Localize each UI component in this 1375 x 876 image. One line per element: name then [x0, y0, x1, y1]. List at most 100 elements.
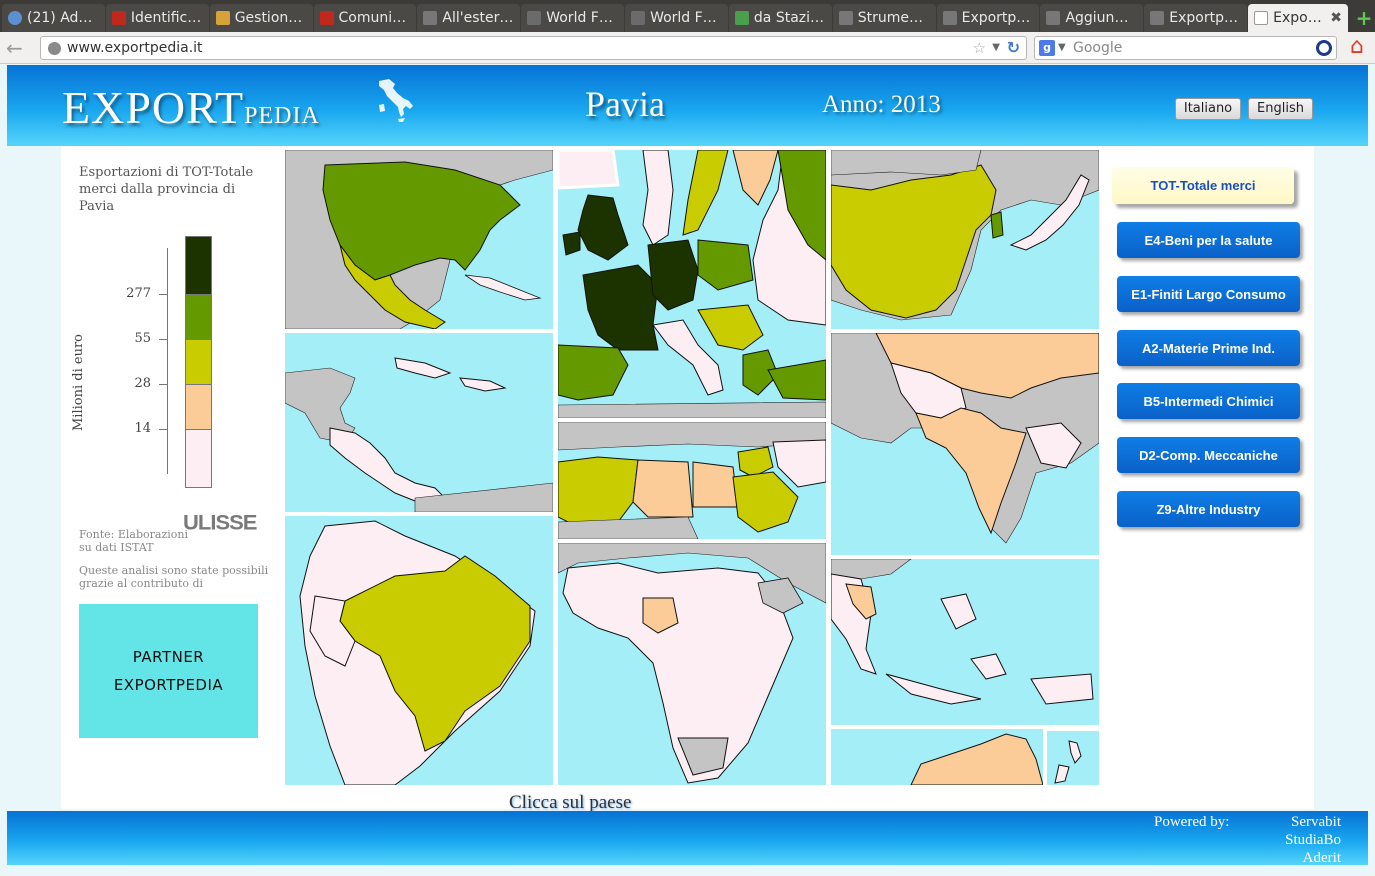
- dropdown-arrow-icon[interactable]: ▼: [992, 37, 1000, 59]
- tab-label: All'ester…: [442, 10, 514, 26]
- partner-line2: EXPORTPEDIA: [113, 676, 224, 694]
- blank-page-icon: [838, 11, 853, 25]
- powered-by: Powered by: Servabit StudiaBo Aderit: [1154, 813, 1341, 866]
- partner-line1: PARTNER: [132, 648, 205, 666]
- partner-box[interactable]: PARTNER EXPORTPEDIA: [79, 604, 258, 738]
- tab-label: Strumen…: [857, 10, 930, 26]
- search-input[interactable]: g ▼ Google: [1034, 36, 1337, 60]
- logo-sub: PEDIA: [244, 103, 320, 129]
- browser-tab[interactable]: Gestion…: [209, 4, 313, 32]
- browser-tab[interactable]: All'ester…: [417, 4, 521, 32]
- legend-swatch: [185, 294, 212, 340]
- reload-icon[interactable]: ↻: [1007, 37, 1020, 59]
- browser-tab[interactable]: Identific…: [105, 4, 209, 32]
- globe-icon: [48, 42, 61, 55]
- site-logo[interactable]: EXPORTPEDIA: [62, 81, 320, 134]
- city-title: Pavia: [585, 84, 665, 124]
- powered-by-label: Powered by:: [1154, 814, 1230, 830]
- search-icon[interactable]: [1316, 40, 1332, 56]
- browser-tab[interactable]: Exportp…: [1144, 4, 1248, 32]
- logo-main: EXPORT: [62, 82, 245, 133]
- worldfactbook-icon: [527, 11, 542, 25]
- map-tile-australia[interactable]: [831, 729, 1043, 785]
- blank-page-icon: [1150, 11, 1165, 25]
- legend-axis: [167, 248, 168, 474]
- browser-tab[interactable]: (21) Ade…: [2, 4, 105, 32]
- browser-tab[interactable]: Exportp…: [936, 4, 1040, 32]
- legend-tick-label: 277: [126, 286, 151, 301]
- legend-tick-label: 14: [134, 421, 151, 436]
- legend-tick-label: 28: [134, 376, 151, 391]
- category-button-tot[interactable]: TOT-Totale merci: [1112, 167, 1294, 204]
- browser-tab[interactable]: Strumen…: [832, 4, 936, 32]
- tab-label: Comunic…: [338, 10, 411, 26]
- map-tile-central-america[interactable]: [285, 333, 553, 512]
- legend-swatch: [185, 384, 212, 430]
- map-tile-middle-east-north-africa[interactable]: [558, 422, 826, 539]
- category-button-e4[interactable]: E4-Beni per la salute: [1117, 222, 1300, 258]
- google-icon[interactable]: g: [1039, 40, 1055, 56]
- home-icon[interactable]: ⌂: [1345, 35, 1369, 59]
- browser-tab[interactable]: Aggiungi…: [1040, 4, 1144, 32]
- map-tile-south-america[interactable]: [285, 516, 553, 785]
- blank-page-icon: [1046, 11, 1061, 25]
- map-tile-north-america[interactable]: [285, 150, 553, 329]
- sponsor-aderit[interactable]: Aderit: [1251, 849, 1341, 867]
- sponsor-servabit[interactable]: Servabit: [1251, 813, 1341, 831]
- browser-tab-active[interactable]: Expo… ✖: [1248, 4, 1348, 32]
- blank-page-icon: [942, 11, 957, 25]
- comunic-icon: [319, 11, 334, 25]
- legend-tick: [159, 294, 168, 295]
- credit-note: Queste analisi sono state possibili graz…: [79, 564, 269, 590]
- document-icon: [215, 11, 230, 25]
- url-text: www.exportpedia.it: [67, 40, 203, 56]
- browser-tab[interactable]: da Stazi…: [728, 4, 832, 32]
- worldfactbook-icon: [631, 11, 646, 25]
- browser-tab[interactable]: World F…: [625, 4, 728, 32]
- browser-tab-strip: (21) Ade… Identific… Gestion… Comunic… A…: [0, 0, 1375, 32]
- tab-label: Gestion…: [234, 10, 303, 26]
- browser-toolbar: ← www.exportpedia.it ☆ ▼ ↻ g ▼ Google ⌂: [0, 32, 1375, 64]
- browser-tab[interactable]: World F…: [521, 4, 625, 32]
- tab-label: Expo…: [1273, 10, 1322, 26]
- sponsor-list: Servabit StudiaBo Aderit: [1251, 813, 1341, 867]
- year-label: Anno: 2013: [822, 91, 941, 118]
- map-tile-southeast-asia[interactable]: [831, 559, 1099, 725]
- language-button-english[interactable]: English: [1248, 98, 1313, 120]
- tab-label: Exportp…: [1169, 10, 1238, 26]
- tab-label: da Stazi…: [753, 10, 825, 26]
- category-button-b5[interactable]: B5-Intermedi Chimici: [1117, 383, 1300, 419]
- legend-tick: [159, 339, 168, 340]
- category-button-z9[interactable]: Z9-Altre Industry: [1117, 491, 1300, 527]
- map-tile-new-zealand[interactable]: [1047, 731, 1099, 785]
- source-note: Fonte: Elaborazioni su dati ISTAT: [79, 528, 188, 554]
- site-header: EXPORTPEDIA Pavia Anno: 2013 Italiano En…: [7, 65, 1368, 146]
- category-button-d2[interactable]: D2-Comp. Meccaniche: [1117, 437, 1300, 473]
- dropdown-arrow-icon[interactable]: ▼: [1058, 37, 1066, 59]
- map-tile-south-asia[interactable]: [831, 333, 1099, 555]
- ulisse-logo: ULISSE: [183, 510, 257, 535]
- browser-tab[interactable]: Comunic…: [313, 4, 417, 32]
- back-arrow-icon[interactable]: ←: [6, 37, 30, 59]
- sponsor-studiabo[interactable]: StudiaBo: [1251, 831, 1341, 849]
- category-button-a2[interactable]: A2-Materie Prime Ind.: [1117, 330, 1300, 366]
- category-button-e1[interactable]: E1-Finiti Largo Consumo: [1117, 276, 1300, 312]
- web-page: EXPORTPEDIA Pavia Anno: 2013 Italiano En…: [0, 65, 1375, 876]
- map-tile-east-asia[interactable]: [831, 150, 1099, 329]
- bookmark-star-icon[interactable]: ☆: [973, 37, 986, 59]
- tab-label: Exportp…: [961, 10, 1031, 26]
- map-tile-africa[interactable]: [558, 543, 826, 785]
- new-tab-icon[interactable]: +: [1353, 7, 1375, 29]
- tab-label: (21) Ade…: [27, 10, 99, 26]
- main-content: Esportazioni di TOT-Totale merci dalla p…: [61, 146, 1314, 813]
- language-button-italiano[interactable]: Italiano: [1175, 98, 1241, 120]
- address-bar[interactable]: www.exportpedia.it ☆ ▼ ↻: [40, 36, 1027, 60]
- legend-swatch: [185, 339, 212, 385]
- tab-label: World F…: [650, 10, 717, 26]
- map-tile-europe[interactable]: [558, 150, 826, 418]
- legend-tick-label: 55: [134, 331, 151, 346]
- close-icon[interactable]: ✖: [1330, 10, 1342, 26]
- chat-icon: [8, 11, 22, 25]
- search-placeholder: Google: [1073, 40, 1123, 56]
- site-footer: Powered by: Servabit StudiaBo Aderit: [7, 811, 1368, 866]
